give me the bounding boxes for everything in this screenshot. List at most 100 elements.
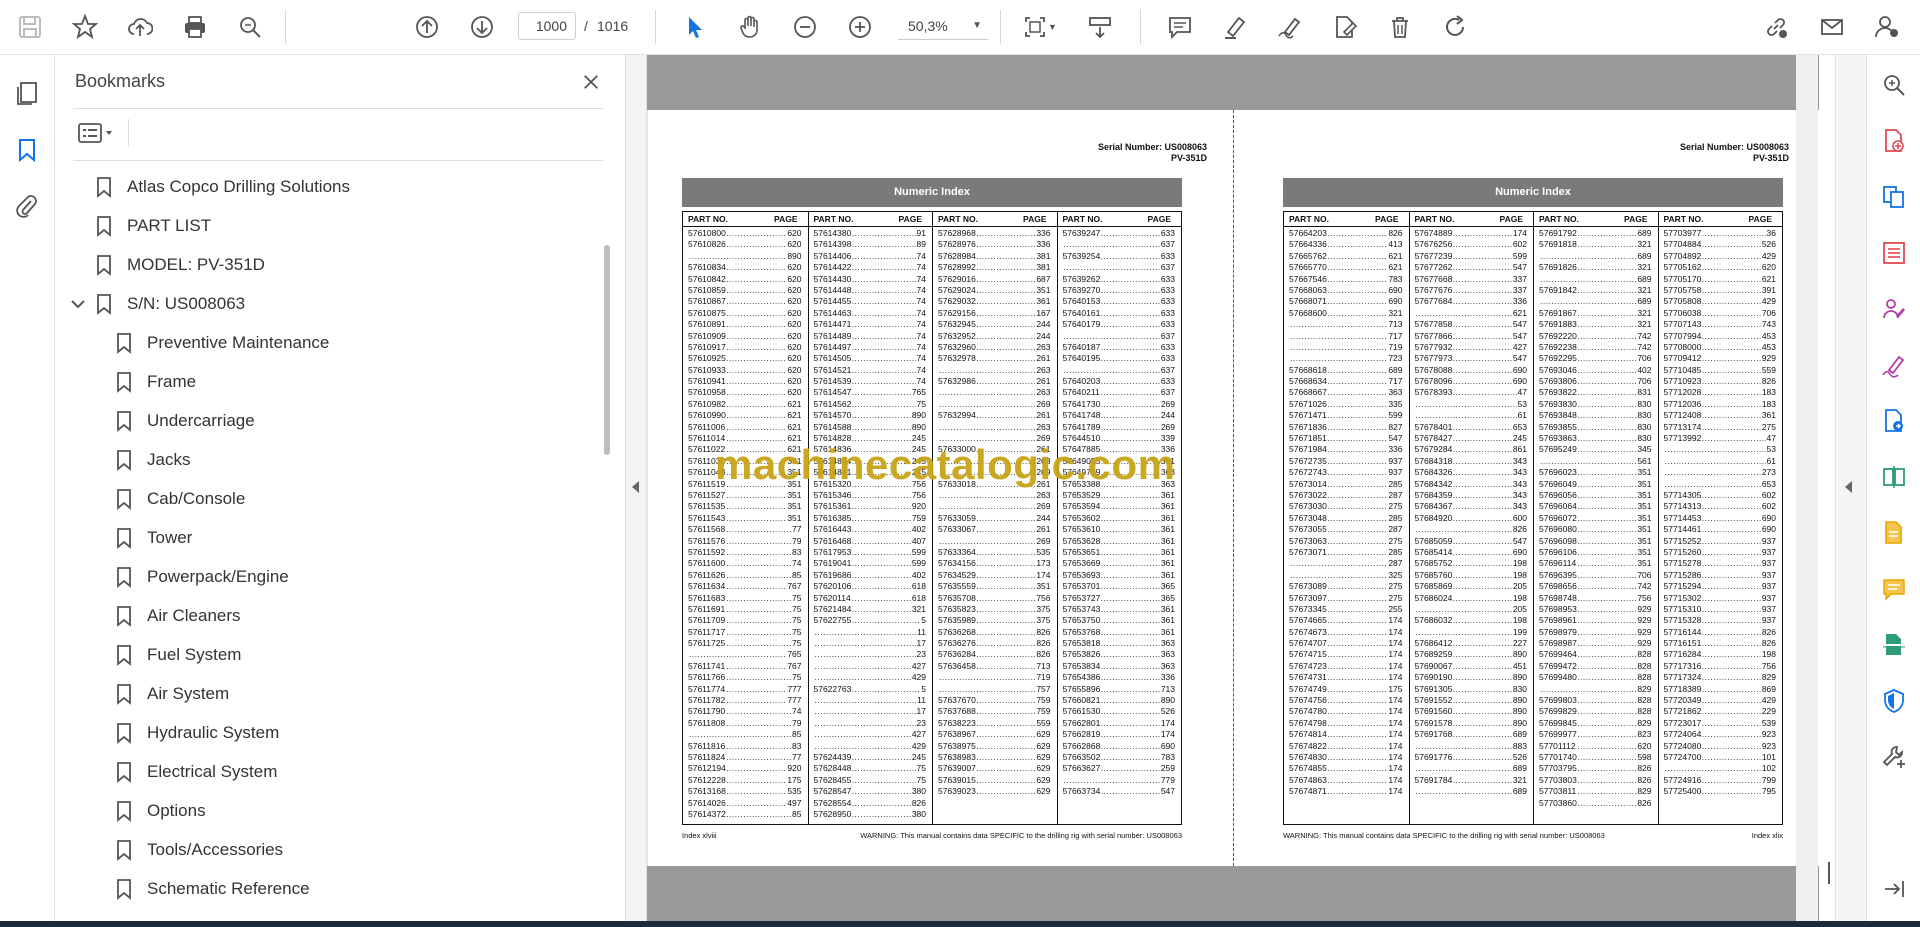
- index-row: ........................................…: [1659, 319, 1783, 331]
- page-reference: 620: [786, 330, 802, 342]
- bookmark-item[interactable]: Preventive Maintenance: [115, 327, 329, 359]
- rotate-icon[interactable]: [1437, 9, 1473, 45]
- bookmarks-scrollbar[interactable]: [604, 245, 610, 455]
- bookmark-item[interactable]: MODEL: PV-351D: [95, 249, 265, 281]
- bookmark-item[interactable]: Hydraulic System: [115, 717, 279, 749]
- page-reference: 11: [916, 695, 926, 707]
- save-icon[interactable]: [12, 9, 48, 45]
- part-number: 57611683: [688, 592, 727, 604]
- bookmarks-panel-icon[interactable]: [9, 132, 45, 168]
- bookmark-item[interactable]: Frame: [115, 366, 196, 398]
- page-reference: 227: [1511, 638, 1527, 650]
- chevron-down-icon[interactable]: [69, 295, 87, 313]
- page-reference: 174: [1387, 740, 1403, 752]
- document-scrollbar[interactable]: [1796, 55, 1818, 921]
- bookmark-item[interactable]: Air Cleaners: [115, 600, 241, 632]
- bookmark-item[interactable]: Tools/Accessories: [115, 834, 283, 866]
- header-part-no: PART NO.: [938, 214, 978, 224]
- part-number: 57674707: [1289, 638, 1328, 650]
- bookmark-item[interactable]: PART LIST: [95, 210, 211, 242]
- bookmark-item[interactable]: Air System: [115, 678, 229, 710]
- email-icon[interactable]: [1814, 9, 1850, 45]
- share-link-icon[interactable]: [1758, 9, 1794, 45]
- bookmark-item[interactable]: Schematic Reference: [115, 873, 310, 905]
- send-for-review-icon[interactable]: [1878, 405, 1910, 437]
- bookmark-item[interactable]: Tower: [115, 522, 192, 554]
- page-reference: 689: [1636, 250, 1652, 263]
- page-reference: 890: [1511, 706, 1527, 718]
- next-page-icon[interactable]: [464, 9, 500, 45]
- page-thumbnails-icon[interactable]: [9, 75, 45, 111]
- attachments-icon[interactable]: [9, 188, 45, 224]
- bookmark-item[interactable]: Fuel System: [115, 639, 241, 671]
- part-number: 57634156: [938, 558, 977, 570]
- leader-dots: ........................................…: [1415, 524, 1526, 535]
- bookmark-item[interactable]: Electrical System: [115, 756, 277, 788]
- index-row: ........................................…: [1410, 763, 1534, 775]
- leader-dots: ........................................…: [1063, 330, 1174, 341]
- print-icon[interactable]: [177, 9, 213, 45]
- index-row: ........................................…: [1058, 672, 1182, 684]
- edit-document-icon[interactable]: [1327, 9, 1363, 45]
- bookmark-item[interactable]: Undercarriage: [115, 405, 255, 437]
- highlight-pen-icon[interactable]: [1217, 9, 1253, 45]
- part-number: 57705808: [1663, 296, 1703, 308]
- bookmark-item[interactable]: Powerpack/Engine: [115, 561, 289, 593]
- zoom-search-icon[interactable]: [1878, 69, 1910, 101]
- index-row: ........................................…: [809, 786, 933, 798]
- index-row: ........................................…: [933, 341, 1057, 354]
- combine-files-icon[interactable]: [1878, 181, 1910, 213]
- expand-panel-icon[interactable]: [1878, 873, 1910, 905]
- panel-collapse-handle[interactable]: [626, 55, 647, 921]
- part-number: 57662801: [1062, 717, 1102, 730]
- protect-shield-icon[interactable]: [1878, 685, 1910, 717]
- hand-tool-icon[interactable]: [732, 9, 768, 45]
- tools-panel-handle[interactable]: [1835, 55, 1866, 921]
- upload-cloud-icon[interactable]: [122, 9, 158, 45]
- star-icon[interactable]: [67, 9, 103, 45]
- zoom-search-icon[interactable]: [232, 9, 268, 45]
- part-number: 57691560: [1414, 706, 1454, 718]
- previous-page-icon[interactable]: [409, 9, 445, 45]
- part-number: 57668071: [1289, 296, 1328, 308]
- bookmark-item[interactable]: S/N: US008063: [95, 288, 245, 320]
- part-number: 57614380: [813, 228, 853, 240]
- compare-files-icon[interactable]: [1878, 461, 1910, 493]
- export-pdf-icon[interactable]: [1878, 125, 1910, 157]
- request-signatures-icon[interactable]: [1878, 293, 1910, 325]
- index-row: ........................................…: [933, 398, 1057, 411]
- user-account-icon[interactable]: [1869, 9, 1905, 45]
- close-icon[interactable]: [578, 69, 604, 95]
- index-row: ........................................…: [1410, 638, 1534, 650]
- chevron-down-icon[interactable]: ▼: [1048, 22, 1057, 32]
- scroll-mode-icon[interactable]: [1082, 9, 1118, 45]
- zoom-in-icon[interactable]: [842, 9, 878, 45]
- select-cursor-icon[interactable]: [677, 9, 713, 45]
- more-tools-icon[interactable]: [1878, 741, 1910, 773]
- comment-icon[interactable]: [1162, 9, 1198, 45]
- bookmark-options-button[interactable]: [73, 117, 121, 149]
- part-number: 57673089: [1289, 581, 1328, 593]
- bookmark-item[interactable]: Cab/Console: [115, 483, 245, 515]
- trash-icon[interactable]: [1382, 9, 1418, 45]
- edit-text-icon[interactable]: [1878, 517, 1910, 549]
- scan-ocr-icon[interactable]: [1878, 629, 1910, 661]
- page-number-input[interactable]: 1000: [518, 12, 576, 40]
- bookmark-item[interactable]: Options: [115, 795, 206, 827]
- draw-sign-icon[interactable]: [1272, 9, 1308, 45]
- part-number: 57698656: [1539, 581, 1578, 593]
- fill-sign-icon[interactable]: [1878, 349, 1910, 381]
- part-number: 57635989: [938, 615, 977, 627]
- organize-pages-icon[interactable]: [1878, 237, 1910, 269]
- part-number: 57628968: [938, 228, 977, 240]
- zoom-out-icon[interactable]: [787, 9, 823, 45]
- comment-tool-icon[interactable]: [1878, 573, 1910, 605]
- zoom-level-select[interactable]: 50,3% ▼: [898, 12, 988, 40]
- index-row: ........................................…: [683, 660, 808, 673]
- bookmark-item[interactable]: Jacks: [115, 444, 190, 476]
- part-number: 57614521: [813, 364, 853, 377]
- index-row: ........................................…: [683, 683, 808, 696]
- bookmark-item[interactable]: Atlas Copco Drilling Solutions: [95, 171, 350, 203]
- index-row: ........................................…: [1058, 239, 1182, 251]
- page-reference: 261: [1035, 524, 1051, 536]
